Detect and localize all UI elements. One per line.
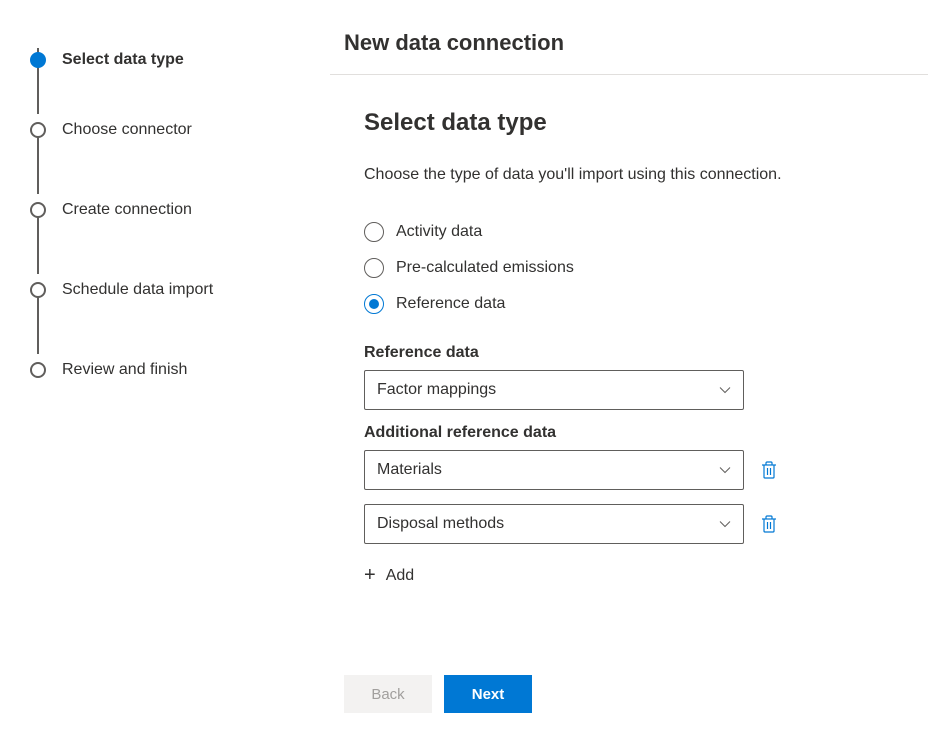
trash-icon: [760, 460, 778, 480]
section-description: Choose the type of data you'll import us…: [364, 163, 784, 186]
radio-label: Activity data: [396, 223, 482, 241]
chevron-down-icon: [719, 464, 731, 476]
delete-additional-2-button[interactable]: [760, 514, 778, 534]
radio-activity-data[interactable]: Activity data: [364, 222, 898, 242]
data-type-radio-group: Activity data Pre-calculated emissions R…: [364, 222, 898, 314]
step-review-and-finish[interactable]: Review and finish: [30, 330, 310, 410]
step-label: Choose connector: [62, 121, 192, 139]
step-create-connection[interactable]: Create connection: [30, 170, 310, 250]
next-button[interactable]: Next: [444, 675, 532, 713]
step-schedule-data-import[interactable]: Schedule data import: [30, 250, 310, 330]
content: Select data type Choose the type of data…: [344, 109, 898, 651]
main-panel: New data connection Select data type Cho…: [330, 0, 928, 733]
step-marker: [30, 202, 46, 218]
divider: [330, 74, 928, 75]
chevron-down-icon: [719, 384, 731, 396]
radio-label: Pre-calculated emissions: [396, 259, 574, 277]
step-marker: [30, 282, 46, 298]
footer-buttons: Back Next: [344, 651, 898, 713]
radio-circle-selected: [364, 294, 384, 314]
radio-circle: [364, 258, 384, 278]
radio-reference-data[interactable]: Reference data: [364, 294, 898, 314]
add-label: Add: [386, 567, 414, 585]
step-marker: [30, 122, 46, 138]
step-label: Create connection: [62, 201, 192, 219]
reference-data-label: Reference data: [364, 344, 898, 362]
add-button[interactable]: + Add: [364, 564, 414, 587]
reference-data-dropdown[interactable]: Factor mappings: [364, 370, 744, 410]
dropdown-value: Factor mappings: [377, 381, 496, 399]
dropdown-value: Materials: [377, 461, 442, 479]
chevron-down-icon: [719, 518, 731, 530]
plus-icon: +: [364, 564, 376, 587]
back-button[interactable]: Back: [344, 675, 432, 713]
trash-icon: [760, 514, 778, 534]
step-choose-connector[interactable]: Choose connector: [30, 90, 310, 170]
wizard-steps-sidebar: Select data type Choose connector Create…: [0, 0, 330, 733]
radio-circle: [364, 222, 384, 242]
delete-additional-1-button[interactable]: [760, 460, 778, 480]
radio-pre-calculated-emissions[interactable]: Pre-calculated emissions: [364, 258, 898, 278]
additional-reference-dropdown-1[interactable]: Materials: [364, 450, 744, 490]
section-title: Select data type: [364, 109, 898, 137]
step-label: Review and finish: [62, 361, 187, 379]
step-select-data-type[interactable]: Select data type: [30, 30, 310, 90]
step-label: Select data type: [62, 51, 184, 69]
step-label: Schedule data import: [62, 281, 213, 299]
step-marker-active: [30, 52, 46, 68]
step-marker: [30, 362, 46, 378]
additional-reference-data-label: Additional reference data: [364, 424, 898, 442]
additional-reference-dropdown-2[interactable]: Disposal methods: [364, 504, 744, 544]
radio-dot: [369, 299, 379, 309]
page-title: New data connection: [344, 30, 898, 56]
radio-label: Reference data: [396, 295, 505, 313]
dropdown-value: Disposal methods: [377, 515, 504, 533]
